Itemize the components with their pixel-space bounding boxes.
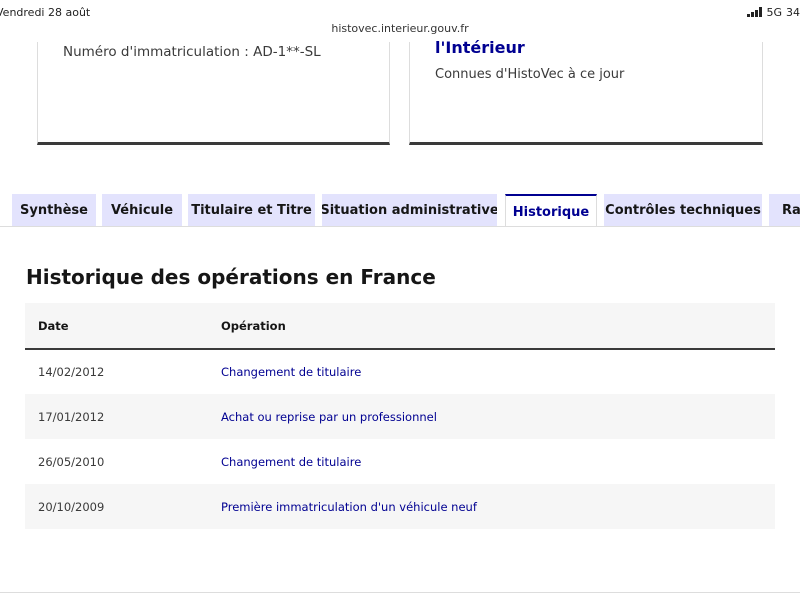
info-card-subtitle: Connues d'HistoVec à ce jour <box>435 67 625 82</box>
row-operation-link[interactable]: Achat ou reprise par un professionnel <box>221 410 437 424</box>
tab-rapport[interactable]: Rapport <box>769 194 800 226</box>
row-operation-link[interactable]: Première immatriculation d'un véhicule n… <box>221 500 477 514</box>
row-operation-link[interactable]: Changement de titulaire <box>221 365 361 379</box>
status-indicators: 5G 34 <box>747 5 800 19</box>
table-row: 14/02/2012 Changement de titulaire <box>25 349 775 394</box>
page-title: Historique des opérations en France <box>26 265 436 289</box>
row-operation-link[interactable]: Changement de titulaire <box>221 455 361 469</box>
status-date: Vendredi 28 août <box>0 6 91 19</box>
battery-level: 34 <box>786 5 800 19</box>
tab-controles-techniques[interactable]: Contrôles techniques <box>604 194 762 226</box>
address-bar[interactable]: histovec.interieur.gouv.fr <box>0 22 800 42</box>
table-row: 17/01/2012 Achat ou reprise par un profe… <box>25 394 775 439</box>
tab-historique[interactable]: Historique <box>505 194 597 228</box>
column-header-date: Date <box>25 303 221 350</box>
row-date: 17/01/2012 <box>25 394 221 439</box>
bottom-divider <box>0 592 800 593</box>
table-header-row: Date Opération <box>25 303 775 350</box>
plate-number-text: Numéro d'immatriculation : AD-1**-SL <box>63 44 321 60</box>
tab-titulaire-titre[interactable]: Titulaire et Titre <box>188 194 315 226</box>
vehicle-card: Numéro d'immatriculation : AD-1**-SL <box>37 42 390 145</box>
history-panel: Historique des opérations en France Date… <box>0 227 800 600</box>
row-date: 20/10/2009 <box>25 484 221 529</box>
network-label: 5G <box>766 5 782 19</box>
row-date: 14/02/2012 <box>38 365 105 379</box>
status-bar: Vendredi 28 août 5G 34 <box>0 0 800 24</box>
tab-bar: Synthèse Véhicule Titulaire et Titre Sit… <box>0 194 800 228</box>
signal-icon <box>747 7 763 17</box>
history-table: Date Opération 14/02/2012 Changement de … <box>25 303 775 529</box>
tab-vehicule[interactable]: Véhicule <box>102 194 182 226</box>
tab-synthese[interactable]: Synthèse <box>12 194 96 226</box>
tab-situation-administrative[interactable]: Situation administrative <box>322 194 497 226</box>
table-row: 20/10/2009 Première immatriculation d'un… <box>25 484 775 529</box>
info-card: l'Intérieur Connues d'HistoVec à ce jour <box>409 38 763 145</box>
row-date: 26/05/2010 <box>38 454 105 469</box>
info-card-title[interactable]: l'Intérieur <box>435 38 525 57</box>
column-header-operation: Opération <box>221 303 775 350</box>
url-text[interactable]: histovec.interieur.gouv.fr <box>331 22 468 35</box>
table-row: 26/05/2010 Changement de titulaire <box>25 439 775 484</box>
